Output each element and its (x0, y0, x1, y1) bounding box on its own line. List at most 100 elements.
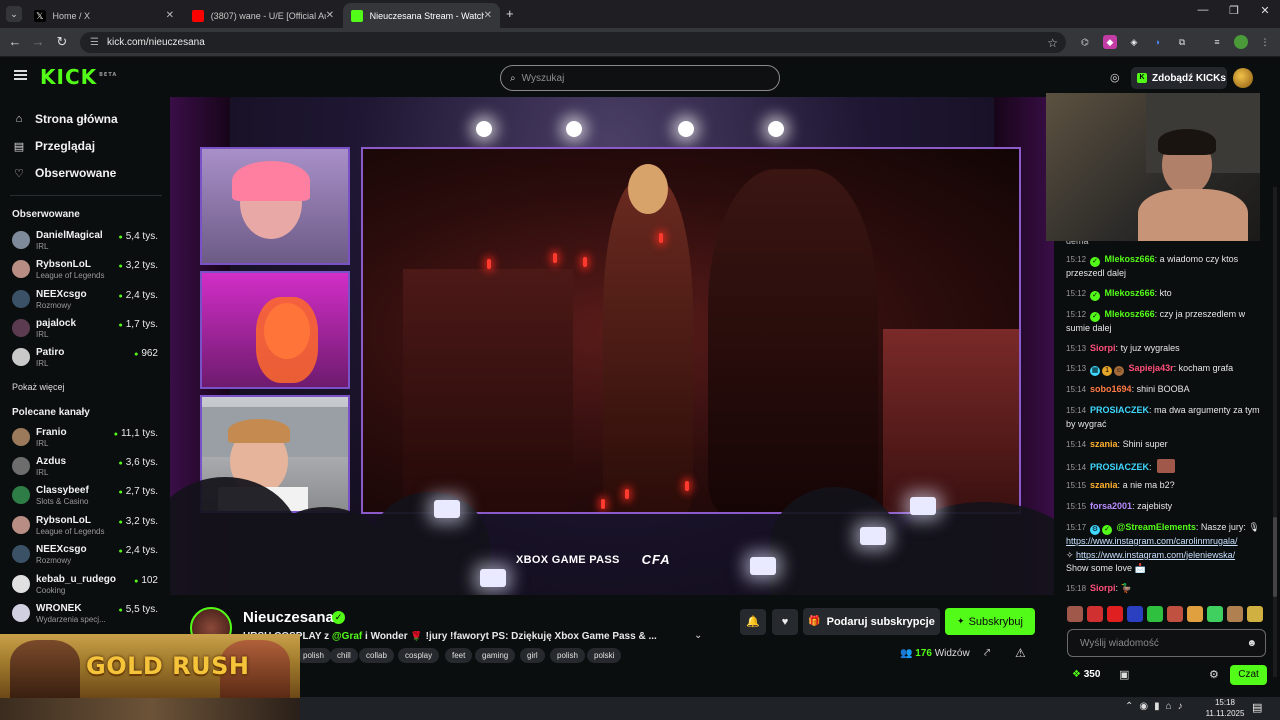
gift-subscription-button[interactable]: 🎁 Podaruj subskrypcje (803, 608, 940, 635)
store-icon[interactable]: ▣ (1119, 668, 1129, 681)
notification-icon[interactable]: ◎ (1110, 71, 1120, 84)
stream-title: URSU COSPLAY z @Graf i Wonder 🌹 !jury !f… (243, 631, 657, 642)
user-avatar[interactable] (1233, 68, 1253, 88)
emote-icon[interactable] (1247, 606, 1263, 622)
followed-channel[interactable]: NEEXcsgoRozmowy2,4 tys. (12, 287, 162, 313)
tag[interactable]: polski (587, 648, 622, 663)
address-bar[interactable]: ☰ kick.com/nieuczesana ☆ (80, 32, 1066, 53)
kick-logo[interactable]: KICK BETA (40, 65, 117, 89)
close-tab-icon[interactable]: ✕ (326, 10, 334, 21)
reload-icon[interactable]: ↻ (52, 34, 72, 50)
video-player[interactable]: XBOX GAME PASS CFA (170, 97, 1054, 595)
tag[interactable]: girl (520, 648, 545, 663)
emote-icon[interactable] (1207, 606, 1223, 622)
get-kicks-button[interactable]: K Zdobądź KICKs (1131, 67, 1227, 89)
notification-center-icon[interactable]: ▤ (1252, 701, 1262, 714)
recommended-channel[interactable]: RybsonLoLLeague of Legends3,2 tys. (12, 513, 162, 539)
report-warning-icon[interactable]: ⚠ (1015, 646, 1026, 660)
tab-x[interactable]: 𝕏 Home / X ✕ (26, 3, 182, 28)
chat-message: 15:13 Siorpi: ty juz wygrales (1066, 343, 1180, 353)
notification-bell-icon[interactable]: 🔔 (740, 609, 766, 635)
menu-icon[interactable] (14, 70, 27, 80)
media-controls-icon[interactable]: ≡ (1210, 35, 1224, 49)
tab-search-button[interactable]: ⌄ (6, 6, 22, 22)
back-icon[interactable]: ← (5, 34, 25, 49)
followed-channel[interactable]: RybsonLoLLeague of Legends3,2 tys. (12, 257, 162, 283)
xbox-game-pass-logo: XBOX GAME PASS (516, 553, 620, 566)
recommended-channel[interactable]: ClassybeefSlots & Casino2,7 tys. (12, 483, 162, 509)
chat-send-button[interactable]: Czat (1230, 665, 1267, 685)
streamer-body (1138, 189, 1248, 241)
followed-channel[interactable]: DanielMagicalIRL5,4 tys. (12, 228, 162, 254)
tag[interactable]: polish (296, 648, 331, 663)
emote-icon[interactable] (1067, 606, 1083, 622)
chat-link[interactable]: https://www.instagram.com/jeleniewska/ (1076, 550, 1235, 560)
tag[interactable]: polish (550, 648, 585, 663)
profile-icon[interactable] (1234, 35, 1248, 49)
chat-message: 15:14 PROSIACZEK: ma dwa argumenty za tym… (1066, 405, 1260, 429)
chat-settings-icon[interactable]: ⚙ (1209, 668, 1219, 681)
channel-name[interactable]: Nieuczesana (243, 609, 334, 626)
extension-icon[interactable]: ◗ (1151, 35, 1165, 49)
tab-youtube[interactable]: (3807) wane - U/E [Official Audio] ✕ (184, 3, 342, 28)
show-more-link[interactable]: Pokaż więcej (12, 382, 65, 392)
kick-header: KICK BETA ⌕ Wyszukaj ◎ K Zdobądź KICKs (0, 57, 1280, 97)
followed-channel[interactable]: PatiroIRL962 (12, 345, 162, 371)
nav-browse[interactable]: ▤ Przeglądaj (12, 139, 95, 153)
gift-sub-label: Podaruj subskrypcje (826, 615, 935, 628)
forward-icon[interactable]: → (28, 34, 48, 49)
ad-banner[interactable]: GOLD RUSH (0, 634, 300, 698)
emote-icon[interactable] (1227, 606, 1243, 622)
tag[interactable]: chill (330, 648, 358, 663)
tag[interactable]: feet (445, 648, 473, 663)
candle (625, 489, 629, 499)
nav-following[interactable]: ♡ Obserwowane (12, 166, 116, 180)
recommended-channel[interactable]: WRONEKWydarzenia specj...5,5 tys. (12, 601, 162, 627)
recommended-channel[interactable]: kebab_u_rudegoCooking102 (12, 572, 162, 598)
chevron-down-icon[interactable]: ⌄ (694, 630, 702, 641)
share-icon[interactable]: ⤤ (984, 647, 990, 660)
viewer-count: 5,4 tys. (119, 231, 158, 242)
close-tab-icon[interactable]: ✕ (166, 10, 174, 21)
site-info-icon[interactable]: ☰ (90, 37, 99, 48)
tag[interactable]: collab (359, 648, 394, 663)
chat-message-input[interactable]: Wyślij wiadomość ☻ (1067, 629, 1266, 657)
guest-camera-1 (200, 147, 350, 265)
tag[interactable]: cosplay (398, 648, 440, 663)
close-window-icon[interactable]: ✕ (1248, 4, 1280, 17)
tab-kick[interactable]: Nieuczesana Stream - Watch ✕ (343, 3, 500, 28)
extension-icon[interactable]: ◈ (1127, 35, 1141, 49)
recommended-channel[interactable]: AzdusIRL3,6 tys. (12, 454, 162, 480)
emoji-picker-icon[interactable]: ☻ (1246, 638, 1257, 649)
nav-home[interactable]: ⌂ Strona główna (12, 112, 118, 126)
extension-icon[interactable]: ◆ (1103, 35, 1117, 49)
emote-icon[interactable] (1147, 606, 1163, 622)
close-tab-icon[interactable]: ✕ (484, 10, 492, 21)
restore-icon[interactable]: ❐ (1217, 4, 1251, 17)
extensions-puzzle-icon[interactable]: ⧉ (1175, 35, 1189, 49)
recommended-channel[interactable]: NEEXcsgoRozmowy2,4 tys. (12, 542, 162, 568)
bookmark-star-icon[interactable]: ☆ (1047, 36, 1058, 50)
emote-icon[interactable] (1107, 606, 1123, 622)
chat-scrollbar[interactable] (1273, 187, 1277, 677)
subscribe-button[interactable]: ✦ Subskrybuj (945, 608, 1035, 635)
emote-icon[interactable] (1167, 606, 1183, 622)
followed-channel[interactable]: pajalockIRL1,7 tys. (12, 316, 162, 342)
emote-icon[interactable] (1187, 606, 1203, 622)
menu-dots-icon[interactable]: ⋮ (1258, 35, 1272, 49)
main-camera-frame (361, 147, 1021, 514)
minimize-icon[interactable]: — (1186, 4, 1220, 16)
system-tray[interactable]: ⌃◉▮⌂♪ (1125, 701, 1189, 712)
search-input[interactable]: ⌕ Wyszukaj (500, 65, 780, 91)
tag[interactable]: gaming (475, 648, 516, 663)
recommended-channel[interactable]: FranioIRL11,1 tys. (12, 425, 162, 451)
emote-icon[interactable] (1087, 606, 1103, 622)
channel-points[interactable]: 350 (1072, 669, 1101, 680)
home-icon: ⌂ (15, 113, 23, 125)
new-tab-button[interactable]: + (506, 6, 514, 21)
taskbar-clock[interactable]: 15:18 11.11.2025 (1203, 697, 1247, 719)
follow-heart-icon[interactable]: ♥ (772, 609, 798, 635)
chat-link[interactable]: https://www.instagram.com/carolinmrugala… (1066, 536, 1238, 546)
emote-icon[interactable] (1127, 606, 1143, 622)
extension-icon[interactable]: ⌬ (1078, 35, 1092, 49)
